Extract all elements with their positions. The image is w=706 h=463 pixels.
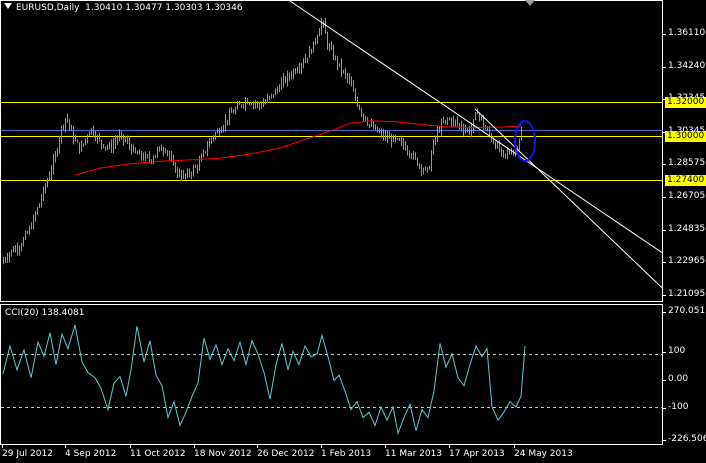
date-axis-label: 4 Sep 2012 [65, 449, 117, 459]
channel-trend-line [289, 0, 663, 253]
level-price-label: 1.27400 [665, 175, 706, 186]
trading-chart[interactable] [0, 0, 706, 463]
channel-trend-line [474, 108, 663, 289]
moving-average-line [74, 120, 522, 176]
cci-axis-label: -100 [668, 402, 689, 412]
cci-axis-label: 0.00 [668, 374, 689, 384]
cci-panel-frame [0, 304, 663, 445]
ohlc-values: 1.30410 1.30477 1.30303 1.30346 [85, 3, 243, 13]
symbol-label: EURUSD,Daily [16, 3, 80, 13]
highlight-ellipse [514, 120, 536, 162]
level-price-label: 1.32000 [665, 97, 706, 108]
cci-axis-label: -226.5064 [668, 434, 706, 444]
cci-axis-label: 270.051 [668, 306, 706, 316]
price-axis-label: 1.24835 [668, 224, 706, 234]
price-axis-label: 1.21095 [668, 289, 706, 299]
date-axis-label: 26 Dec 2012 [257, 449, 315, 459]
cci-line [2, 324, 526, 436]
price-axis-label: 1.22965 [668, 256, 706, 266]
chart-title: EURUSD,Daily 1.30410 1.30477 1.30303 1.3… [4, 3, 243, 13]
price-axis-label: 1.34240 [668, 61, 706, 71]
price-axis-label: 1.26705 [668, 191, 706, 201]
price-axis-label: 1.28575 [668, 158, 706, 168]
cci-axis-label: 100 [668, 346, 686, 356]
date-axis-label: 11 Mar 2013 [385, 449, 443, 459]
date-axis-label: 24 May 2013 [514, 449, 573, 459]
chart-shift-marker[interactable] [525, 0, 535, 6]
level-price-label: 1.30000 [665, 131, 706, 142]
dropdown-triangle-icon[interactable] [4, 3, 12, 9]
date-axis-label: 29 Jul 2012 [2, 449, 53, 459]
date-axis-label: 1 Feb 2013 [321, 449, 372, 459]
price-axis-label: 1.36110 [668, 28, 706, 38]
date-axis-label: 17 Apr 2013 [449, 449, 505, 459]
date-axis-label: 18 Nov 2012 [194, 449, 252, 459]
date-axis-label: 11 Oct 2012 [130, 449, 186, 459]
cci-indicator-label: CCI(20) 138.4081 [5, 308, 85, 318]
